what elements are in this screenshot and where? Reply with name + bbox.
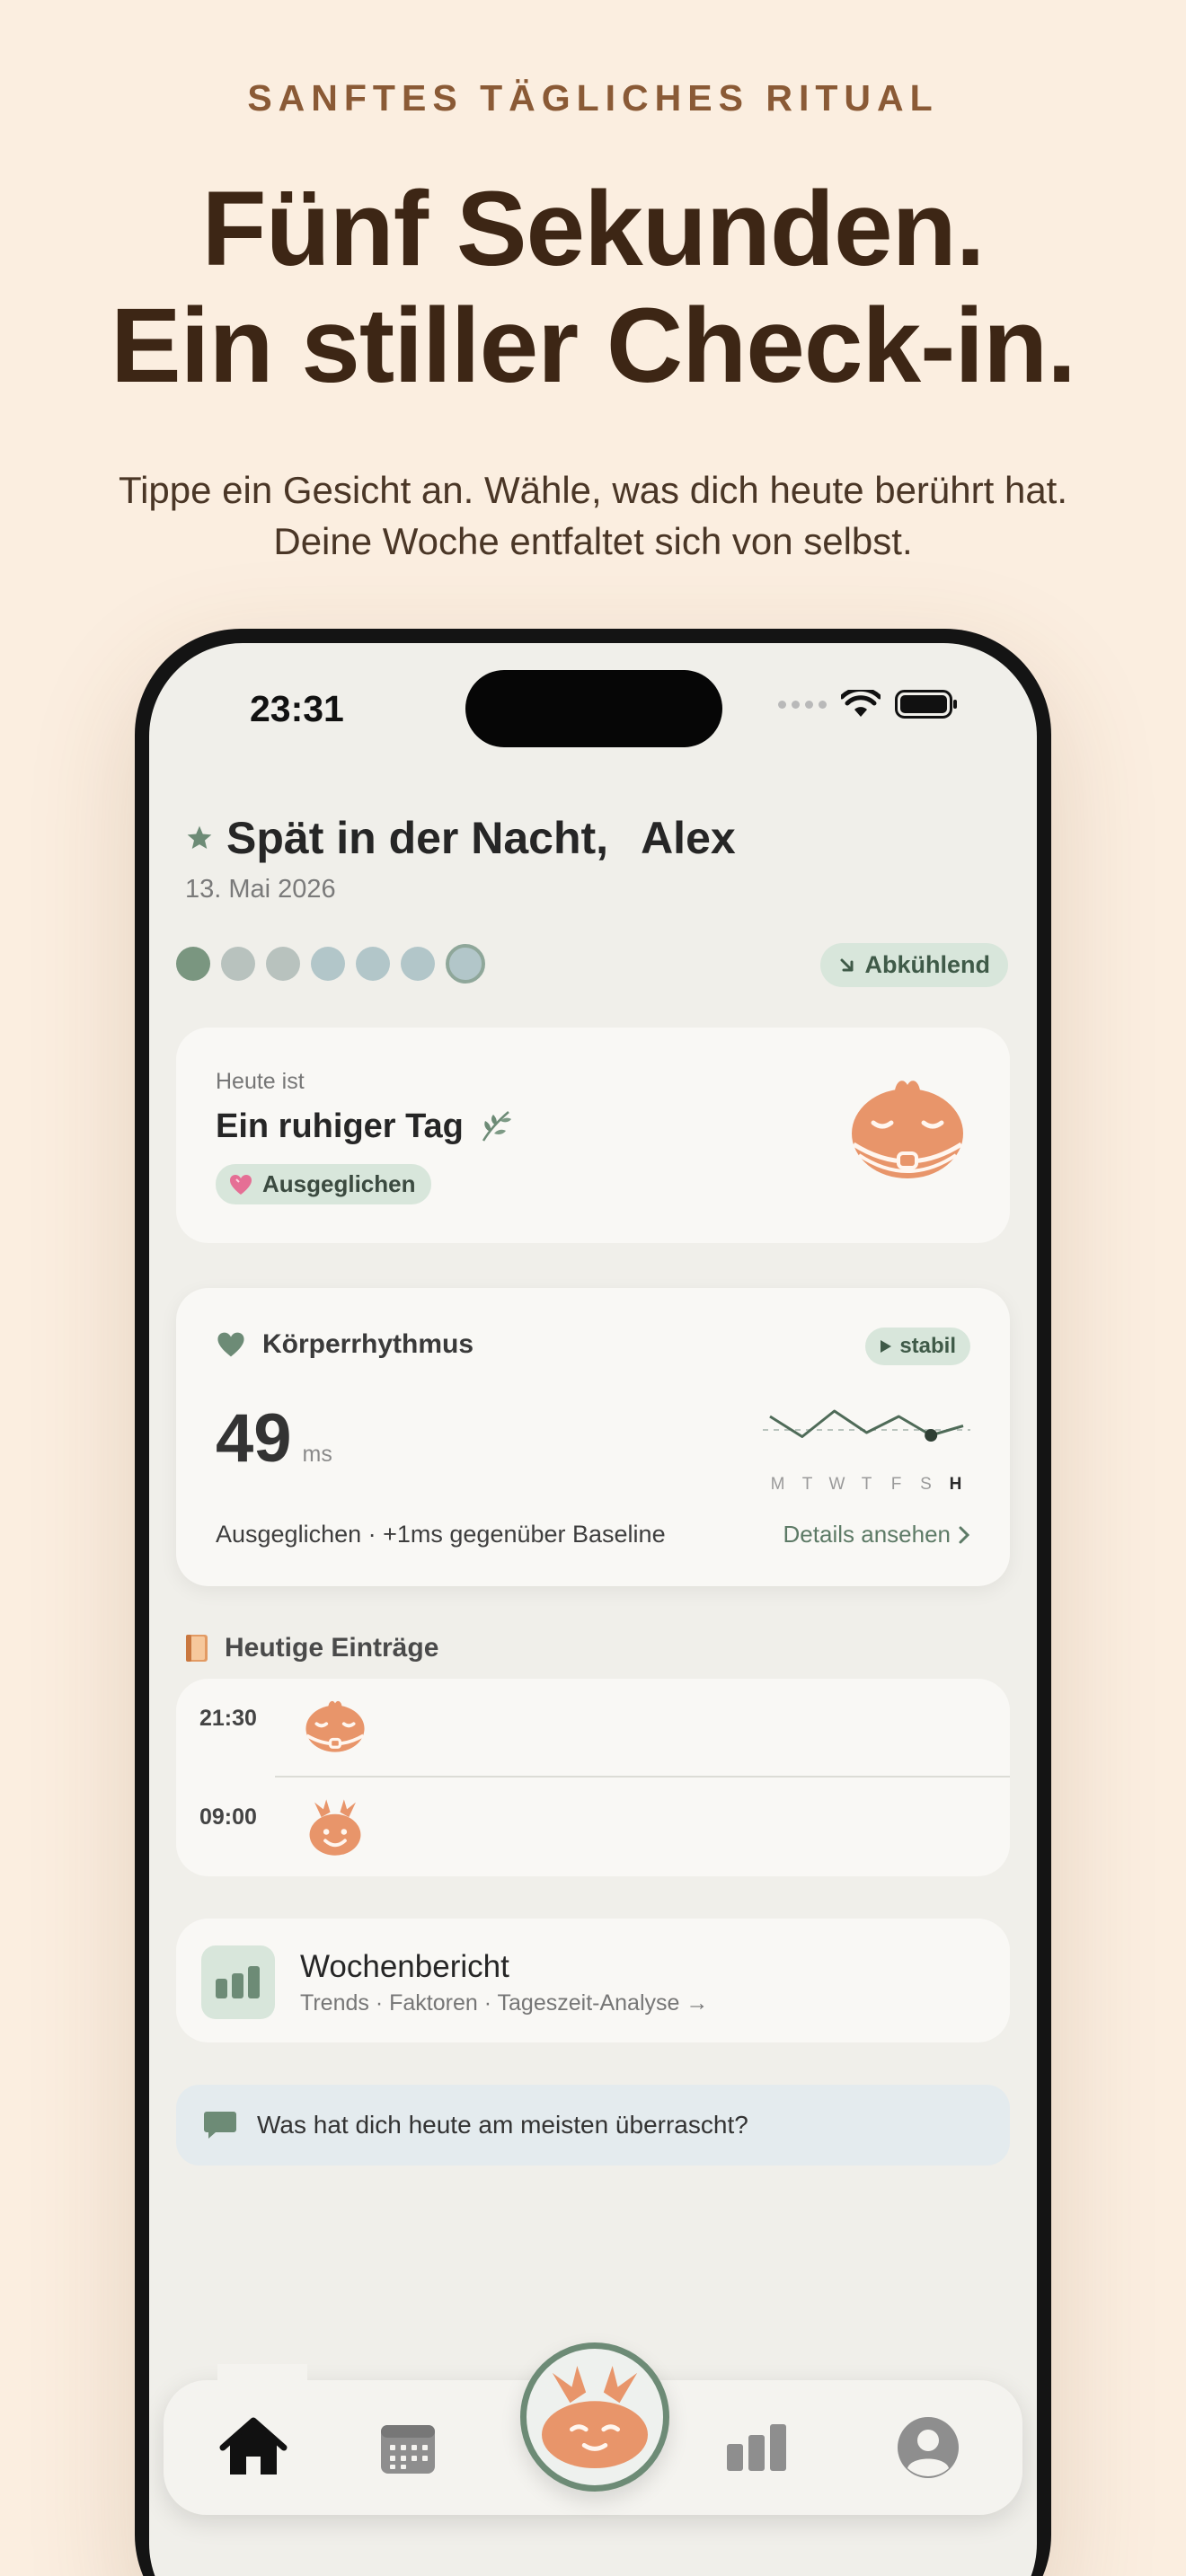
sparkline-day-label: H — [949, 1475, 962, 1494]
status-icons — [778, 690, 958, 719]
date-label: 13. Mai 2026 — [185, 875, 336, 904]
profile-icon — [898, 2417, 959, 2478]
tab-bar — [164, 2342, 1022, 2515]
status-time: 23:31 — [250, 688, 344, 729]
entry-time: 21:30 — [199, 1706, 257, 1731]
entry-row[interactable]: 21:30 — [176, 1679, 1010, 1778]
calendar-icon — [381, 2425, 435, 2474]
tab-calendar[interactable] — [363, 2380, 453, 2515]
stable-chip: stabil — [865, 1328, 970, 1365]
mood-card[interactable]: Heute ist Ein ruhiger Tag Ausgeglichen — [176, 1028, 1010, 1243]
entry-row[interactable]: 09:00 — [176, 1778, 1010, 1876]
tab-home[interactable] — [199, 2364, 307, 2515]
weekly-report-subtitle: Trends · Faktoren · Tageszeit-Analyse → — [300, 1990, 709, 2016]
chat-bubble-icon — [204, 2112, 236, 2139]
home-icon — [219, 2417, 288, 2475]
mood-title: Ein ruhiger Tag — [216, 1107, 516, 1146]
entries-section-title-text: Heutige Einträge — [225, 1633, 439, 1663]
body-rhythm-title-text: Körperrhythmus — [262, 1329, 474, 1359]
week-dot[interactable] — [266, 947, 300, 981]
week-dot-today[interactable] — [446, 944, 485, 984]
phone-screen: 23:31 Spät in der Nacht, Alex 13. Mai 20… — [149, 643, 1037, 2576]
body-rhythm-title: Körperrhythmus — [216, 1329, 474, 1360]
reflection-prompt[interactable]: Was hat dich heute am meisten überrascht… — [176, 2085, 1010, 2166]
checkin-button[interactable] — [520, 2342, 669, 2492]
week-dots — [176, 944, 485, 984]
tab-profile[interactable] — [879, 2380, 978, 2515]
details-link[interactable]: Details ansehen — [783, 1521, 970, 1548]
battery-icon — [895, 690, 957, 719]
stable-chip-label: stabil — [899, 1334, 956, 1358]
body-value-number: 49 — [216, 1400, 292, 1477]
trend-chip[interactable]: Abkühlend — [819, 943, 1008, 987]
week-dot[interactable] — [311, 947, 345, 981]
greeting: Spät in der Nacht, Alex — [185, 812, 736, 864]
sparkline-day-label: W — [828, 1475, 845, 1494]
stats-icon — [727, 2424, 786, 2471]
sparkline — [763, 1409, 970, 1442]
week-dot[interactable] — [176, 947, 210, 981]
subheadline: Tippe ein Gesicht an. Wähle, was dich he… — [0, 464, 1186, 567]
entries-card: 21:30 09:00 — [176, 1679, 1010, 1876]
arrow-down-right-icon — [840, 958, 853, 971]
subheadline-line-2: Deine Woche entfaltet sich von selbst. — [273, 520, 913, 562]
heart-icon — [230, 1174, 252, 1195]
reflection-prompt-text: Was hat dich heute am meisten überrascht… — [257, 2111, 748, 2139]
mood-badge: Ausgeglichen — [216, 1164, 432, 1204]
signal-icon — [778, 700, 827, 709]
calm-face-icon — [305, 1700, 365, 1752]
body-rhythm-card[interactable]: Körperrhythmus stabil 49 ms MTWTFSH Ausg… — [176, 1288, 1010, 1586]
entries-section-title: Heutige Einträge — [183, 1633, 438, 1663]
star-icon — [187, 825, 212, 849]
checkin-face-icon — [542, 2365, 648, 2469]
greeting-name: Alex — [641, 813, 736, 863]
sparkline-today-point — [925, 1429, 938, 1442]
subheadline-line-1: Tippe ein Gesicht an. Wähle, was dich he… — [118, 469, 1068, 511]
eyebrow-text: SANFTES TÄGLICHES RITUAL — [247, 77, 939, 119]
chevron-right-icon — [959, 1526, 970, 1543]
book-icon — [186, 1635, 208, 1662]
trend-label: Abkühlend — [864, 951, 991, 978]
sparkline-day-label: T — [861, 1475, 872, 1494]
mood-badge-label: Ausgeglichen — [262, 1170, 416, 1197]
body-value-unit: ms — [302, 1442, 332, 1467]
headline-line-2: Ein stiller Check-in. — [110, 287, 1076, 405]
mood-title-text: Ein ruhiger Tag — [216, 1107, 464, 1145]
greeting-title: Spät in der Nacht, — [226, 813, 609, 863]
bar-chart-icon — [201, 1945, 275, 2019]
calm-face-icon — [852, 1081, 963, 1178]
week-dot[interactable] — [221, 947, 255, 981]
heart-icon — [217, 1332, 244, 1357]
entry-time: 09:00 — [199, 1804, 257, 1830]
body-footer-text: Ausgeglichen · +1ms gegenüber Baseline — [216, 1521, 666, 1548]
sparkline-day-label: S — [920, 1475, 932, 1494]
headline-line-1: Fünf Sekunden. — [201, 170, 986, 288]
sparkline-day-label: M — [770, 1475, 785, 1494]
weekly-report-card[interactable]: Wochenbericht Trends · Faktoren · Tagesz… — [176, 1919, 1010, 2042]
sparkline-day-label: F — [890, 1475, 902, 1494]
week-dot[interactable] — [356, 947, 390, 981]
mood-eyebrow: Heute ist — [216, 1069, 305, 1094]
happy-face-icon — [309, 1799, 361, 1856]
leaf-icon — [482, 1111, 511, 1142]
tab-stats[interactable] — [712, 2380, 801, 2515]
week-dot[interactable] — [401, 947, 435, 981]
sparkline-days: MTWTFSH — [763, 1475, 970, 1495]
details-link-label: Details ansehen — [783, 1521, 951, 1548]
weekly-report-title: Wochenbericht — [300, 1949, 509, 1984]
phone-frame: 23:31 Spät in der Nacht, Alex 13. Mai 20… — [135, 629, 1051, 2576]
headline: Fünf Sekunden. Ein stiller Check-in. — [0, 171, 1186, 404]
play-icon — [881, 1340, 892, 1353]
sparkline-day-label: T — [801, 1475, 813, 1494]
wifi-icon — [841, 690, 881, 717]
body-value: 49 ms — [216, 1399, 332, 1478]
dynamic-island — [465, 670, 722, 747]
